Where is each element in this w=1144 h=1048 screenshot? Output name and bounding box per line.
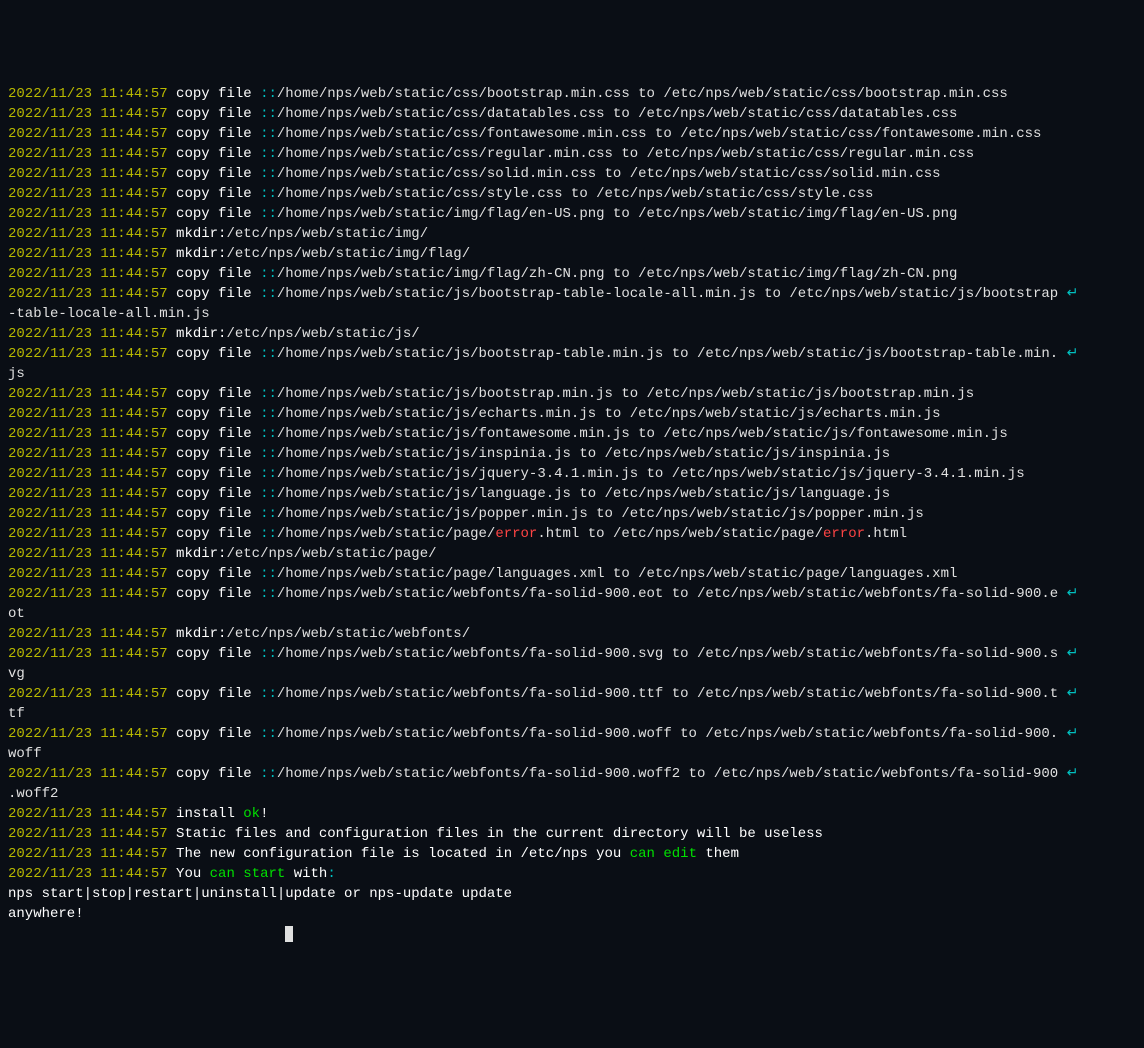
log-line: 2022/11/23 11:44:57 The new configuratio…: [8, 844, 1136, 864]
log-line: 2022/11/23 11:44:57 install ok!: [8, 804, 1136, 824]
log-line: 2022/11/23 11:44:57 copy file ::/home/np…: [8, 584, 1136, 604]
log-line: js: [8, 364, 1136, 384]
log-line: woff: [8, 744, 1136, 764]
log-line: 2022/11/23 11:44:57 mkdir:/etc/nps/web/s…: [8, 324, 1136, 344]
log-line: 2022/11/23 11:44:57 mkdir:/etc/nps/web/s…: [8, 224, 1136, 244]
log-line: tf: [8, 704, 1136, 724]
log-line: 2022/11/23 11:44:57 copy file ::/home/np…: [8, 644, 1136, 664]
log-line: 2022/11/23 11:44:57 mkdir:/etc/nps/web/s…: [8, 544, 1136, 564]
log-line: 2022/11/23 11:44:57 copy file ::/home/np…: [8, 164, 1136, 184]
log-line: 2022/11/23 11:44:57 mkdir:/etc/nps/web/s…: [8, 624, 1136, 644]
log-line: 2022/11/23 11:44:57 copy file ::/home/np…: [8, 204, 1136, 224]
log-line: 2022/11/23 11:44:57 copy file ::/home/np…: [8, 404, 1136, 424]
terminal-output: 2022/11/23 11:44:57 copy file ::/home/np…: [8, 84, 1136, 944]
log-line: 2022/11/23 11:44:57 copy file ::/home/np…: [8, 504, 1136, 524]
prompt-line: [8, 924, 1136, 944]
log-line: 2022/11/23 11:44:57 copy file ::/home/np…: [8, 424, 1136, 444]
log-line: nps start|stop|restart|uninstall|update …: [8, 884, 1136, 904]
log-line: 2022/11/23 11:44:57 copy file ::/home/np…: [8, 344, 1136, 364]
log-line: 2022/11/23 11:44:57 copy file ::/home/np…: [8, 464, 1136, 484]
log-line: 2022/11/23 11:44:57 copy file ::/home/np…: [8, 684, 1136, 704]
log-line: 2022/11/23 11:44:57 mkdir:/etc/nps/web/s…: [8, 244, 1136, 264]
log-line: 2022/11/23 11:44:57 copy file ::/home/np…: [8, 484, 1136, 504]
log-line: 2022/11/23 11:44:57 copy file ::/home/np…: [8, 764, 1136, 784]
log-line: -table-locale-all.min.js: [8, 304, 1136, 324]
log-line: 2022/11/23 11:44:57 copy file ::/home/np…: [8, 524, 1136, 544]
log-line: 2022/11/23 11:44:57 copy file ::/home/np…: [8, 84, 1136, 104]
log-line: 2022/11/23 11:44:57 copy file ::/home/np…: [8, 104, 1136, 124]
log-line: 2022/11/23 11:44:57 copy file ::/home/np…: [8, 144, 1136, 164]
log-line: 2022/11/23 11:44:57 copy file ::/home/np…: [8, 444, 1136, 464]
log-line: vg: [8, 664, 1136, 684]
log-line: 2022/11/23 11:44:57 copy file ::/home/np…: [8, 124, 1136, 144]
log-line: 2022/11/23 11:44:57 Static files and con…: [8, 824, 1136, 844]
log-line: ot: [8, 604, 1136, 624]
log-line: 2022/11/23 11:44:57 copy file ::/home/np…: [8, 564, 1136, 584]
log-line: 2022/11/23 11:44:57 copy file ::/home/np…: [8, 284, 1136, 304]
log-line: anywhere!: [8, 904, 1136, 924]
log-line: 2022/11/23 11:44:57 copy file ::/home/np…: [8, 184, 1136, 204]
log-line: 2022/11/23 11:44:57 copy file ::/home/np…: [8, 264, 1136, 284]
log-line: .woff2: [8, 784, 1136, 804]
log-line: 2022/11/23 11:44:57 You can start with:: [8, 864, 1136, 884]
log-line: 2022/11/23 11:44:57 copy file ::/home/np…: [8, 724, 1136, 744]
cursor: [285, 926, 293, 942]
log-line: 2022/11/23 11:44:57 copy file ::/home/np…: [8, 384, 1136, 404]
